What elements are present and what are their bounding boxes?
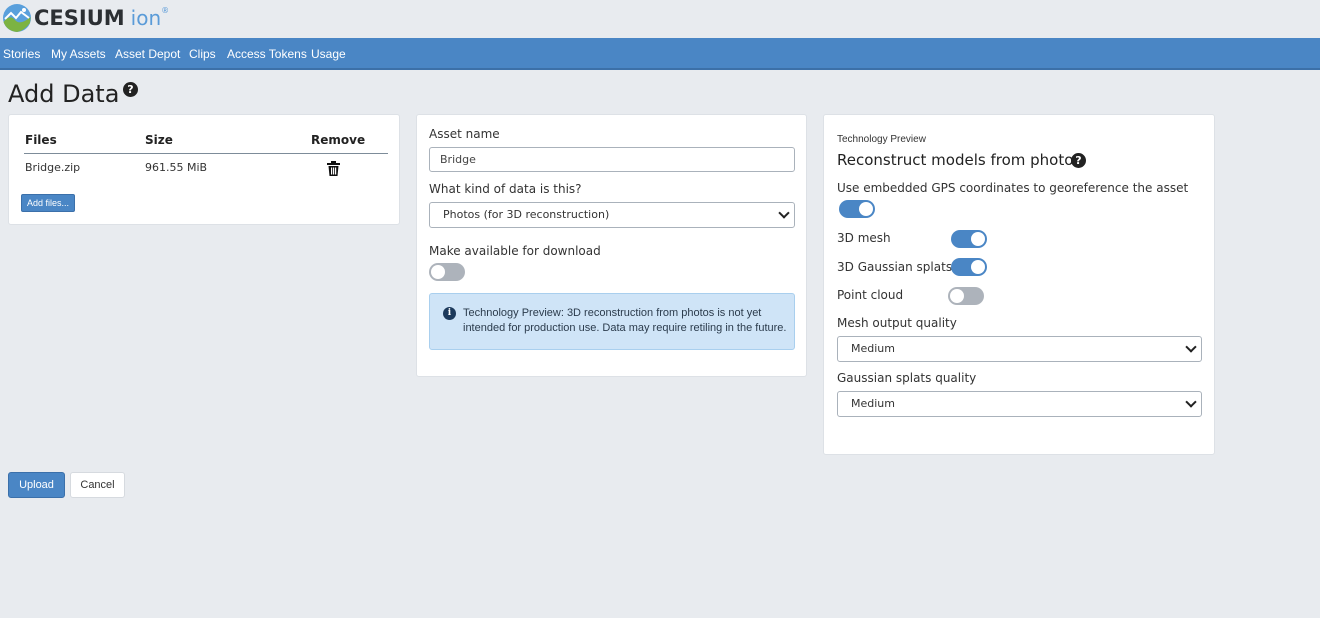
- help-icon[interactable]: ?: [1071, 153, 1086, 168]
- file-size: 961.55 MiB: [145, 161, 208, 174]
- chevron-down-icon: [778, 207, 790, 219]
- mesh-toggle[interactable]: [951, 230, 987, 248]
- toggle-knob: [971, 232, 985, 246]
- mesh-quality-select[interactable]: Medium: [837, 336, 1202, 362]
- asset-name-input[interactable]: Bridge: [429, 147, 795, 172]
- asset-settings-panel: Asset name Bridge What kind of data is t…: [416, 114, 807, 377]
- data-kind-select[interactable]: Photos (for 3D reconstruction): [429, 202, 795, 228]
- gps-label: Use embedded GPS coordinates to georefer…: [837, 181, 1189, 195]
- reconstruction-panel: Technology Preview Reconstruct models fr…: [823, 114, 1215, 455]
- technology-preview-caption: Technology Preview: [837, 134, 926, 145]
- column-header-size: Size: [145, 133, 173, 147]
- pointcloud-label: Point cloud: [837, 288, 904, 302]
- nav-item-asset-depot[interactable]: Asset Depot: [115, 47, 180, 61]
- splats-quality-select[interactable]: Medium: [837, 391, 1202, 417]
- chevron-down-icon: [1185, 396, 1197, 408]
- mesh-label: 3D mesh: [837, 231, 891, 245]
- cesium-ion-logo[interactable]: CESIUM ion®: [2, 3, 169, 33]
- chevron-down-icon: [1185, 341, 1197, 353]
- page-title: Add Data: [8, 80, 120, 108]
- cesium-logo-icon: [3, 4, 31, 32]
- column-header-remove: Remove: [311, 133, 366, 147]
- add-files-button[interactable]: Add files...: [21, 194, 75, 212]
- reconstruct-title: Reconstruct models from photos: [837, 151, 1082, 169]
- gps-toggle[interactable]: [839, 200, 875, 218]
- download-toggle[interactable]: [429, 263, 465, 281]
- toggle-knob: [431, 265, 445, 279]
- files-panel: Files Size Remove Bridge.zip 961.55 MiB …: [8, 114, 400, 225]
- help-icon[interactable]: ?: [123, 82, 138, 97]
- trash-icon[interactable]: [327, 161, 340, 176]
- upload-button[interactable]: Upload: [8, 472, 65, 498]
- logo-wordmark: CESIUM: [34, 6, 125, 30]
- nav-item-my-assets[interactable]: My Assets: [51, 47, 106, 61]
- table-header-divider: [24, 153, 388, 154]
- notice-text: Technology Preview: 3D reconstruction fr…: [463, 307, 787, 334]
- splats-label: 3D Gaussian splats: [837, 260, 953, 274]
- asset-name-label: Asset name: [429, 127, 500, 141]
- splats-quality-label: Gaussian splats quality: [837, 371, 977, 385]
- top-bar: CESIUM ion®: [0, 0, 1320, 38]
- nav-item-clips[interactable]: Clips: [189, 47, 216, 61]
- toggle-knob: [950, 289, 964, 303]
- splats-quality-value: Medium: [851, 397, 895, 410]
- pointcloud-toggle[interactable]: [948, 287, 984, 305]
- cancel-button[interactable]: Cancel: [70, 472, 125, 498]
- toggle-knob: [859, 202, 873, 216]
- mesh-quality-label: Mesh output quality: [837, 316, 957, 330]
- nav-item-usage[interactable]: Usage: [311, 47, 346, 61]
- data-kind-value: Photos (for 3D reconstruction): [443, 208, 610, 221]
- file-name: Bridge.zip: [25, 161, 81, 174]
- toggle-knob: [971, 260, 985, 274]
- splats-toggle[interactable]: [951, 258, 987, 276]
- main-nav: Stories My Assets Asset Depot Clips Acce…: [0, 38, 1320, 70]
- mesh-quality-value: Medium: [851, 342, 895, 355]
- data-kind-label: What kind of data is this?: [429, 182, 582, 196]
- logo-ion: ion®: [131, 6, 169, 30]
- nav-item-access-tokens[interactable]: Access Tokens: [227, 47, 307, 61]
- download-label: Make available for download: [429, 244, 601, 258]
- column-header-files: Files: [25, 133, 57, 147]
- logo-ion-text: ion: [130, 6, 162, 30]
- technology-preview-notice: i Technology Preview: 3D reconstruction …: [429, 293, 795, 350]
- logo-trademark: ®: [161, 6, 170, 15]
- info-icon: i: [443, 307, 456, 320]
- nav-item-stories[interactable]: Stories: [3, 47, 40, 61]
